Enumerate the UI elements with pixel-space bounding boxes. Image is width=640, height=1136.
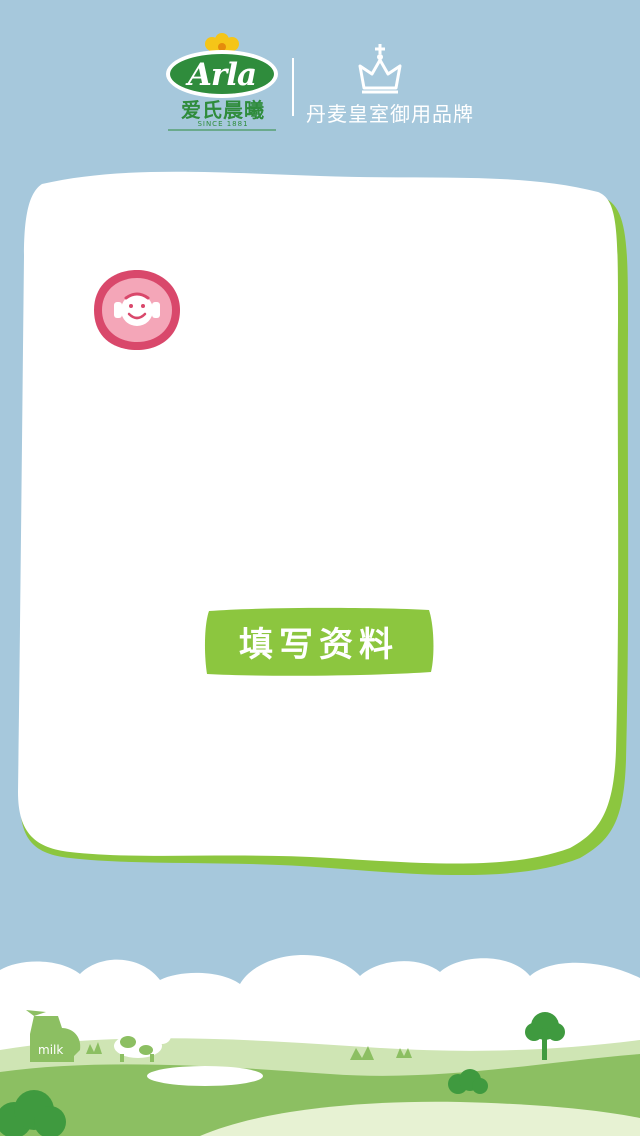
milk-jug-label: milk [38, 1043, 63, 1057]
avatar[interactable] [92, 268, 182, 352]
avatar-face-icon [94, 270, 180, 350]
fill-info-button[interactable]: 填写资料 [203, 605, 435, 677]
landscape-illustration: milk [0, 954, 640, 1136]
fill-info-label: 填写资料 [239, 624, 399, 665]
